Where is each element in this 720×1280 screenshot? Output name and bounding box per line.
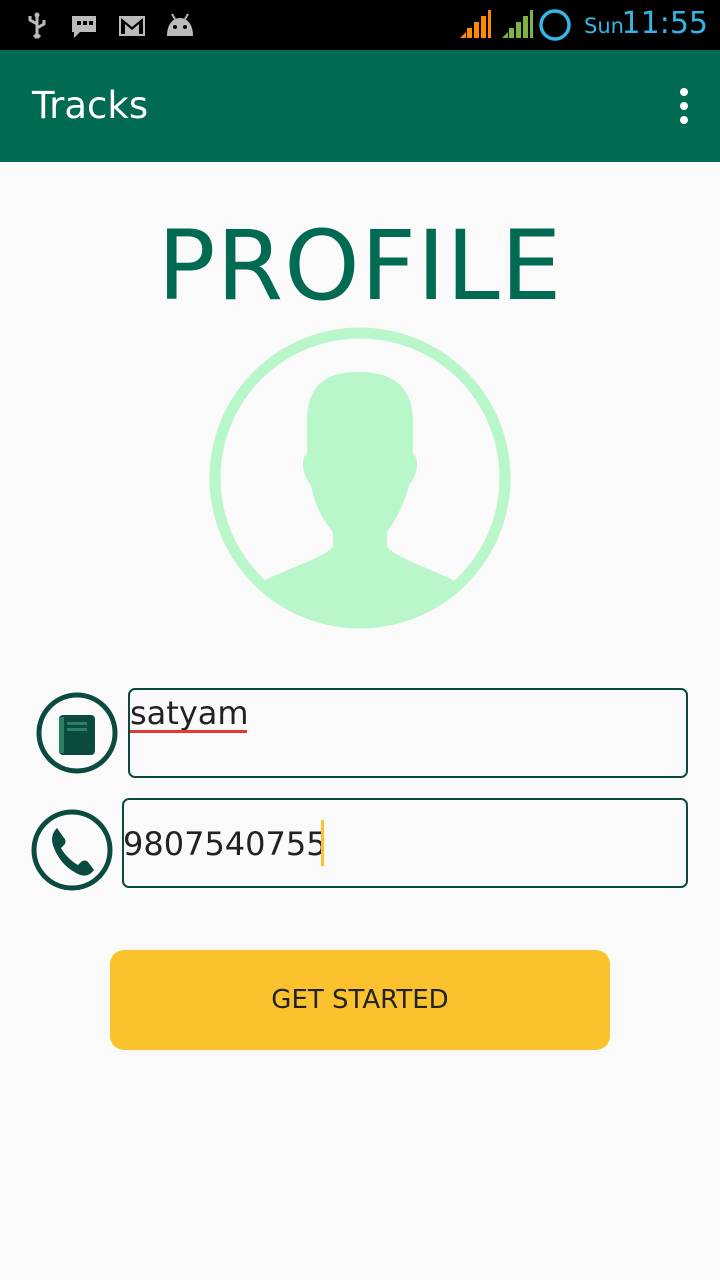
app-bar: Tracks bbox=[0, 50, 720, 162]
usb-icon bbox=[28, 12, 46, 40]
signal-green-icon bbox=[502, 10, 533, 38]
gmail-icon bbox=[119, 16, 145, 36]
status-bar: Sun 11:55 bbox=[0, 0, 720, 50]
phone-field-value: 9807540755 bbox=[123, 825, 327, 863]
user-avatar-icon[interactable] bbox=[209, 327, 511, 629]
page-title: PROFILE bbox=[157, 210, 563, 322]
phone-icon bbox=[31, 809, 113, 891]
name-field-value: satyam bbox=[130, 694, 249, 732]
sms-icon bbox=[72, 16, 96, 38]
contact-book-icon bbox=[36, 692, 118, 774]
status-day: Sun bbox=[584, 14, 624, 38]
android-icon bbox=[167, 13, 193, 36]
status-time: 11:55 bbox=[621, 6, 708, 41]
text-cursor bbox=[321, 820, 324, 866]
overflow-menu-icon[interactable] bbox=[676, 88, 692, 124]
spellcheck-underline bbox=[130, 730, 247, 733]
sync-ring-icon bbox=[539, 9, 571, 41]
signal-orange-icon bbox=[460, 10, 491, 38]
get-started-button[interactable]: GET STARTED bbox=[110, 950, 610, 1050]
app-title: Tracks bbox=[32, 84, 149, 127]
